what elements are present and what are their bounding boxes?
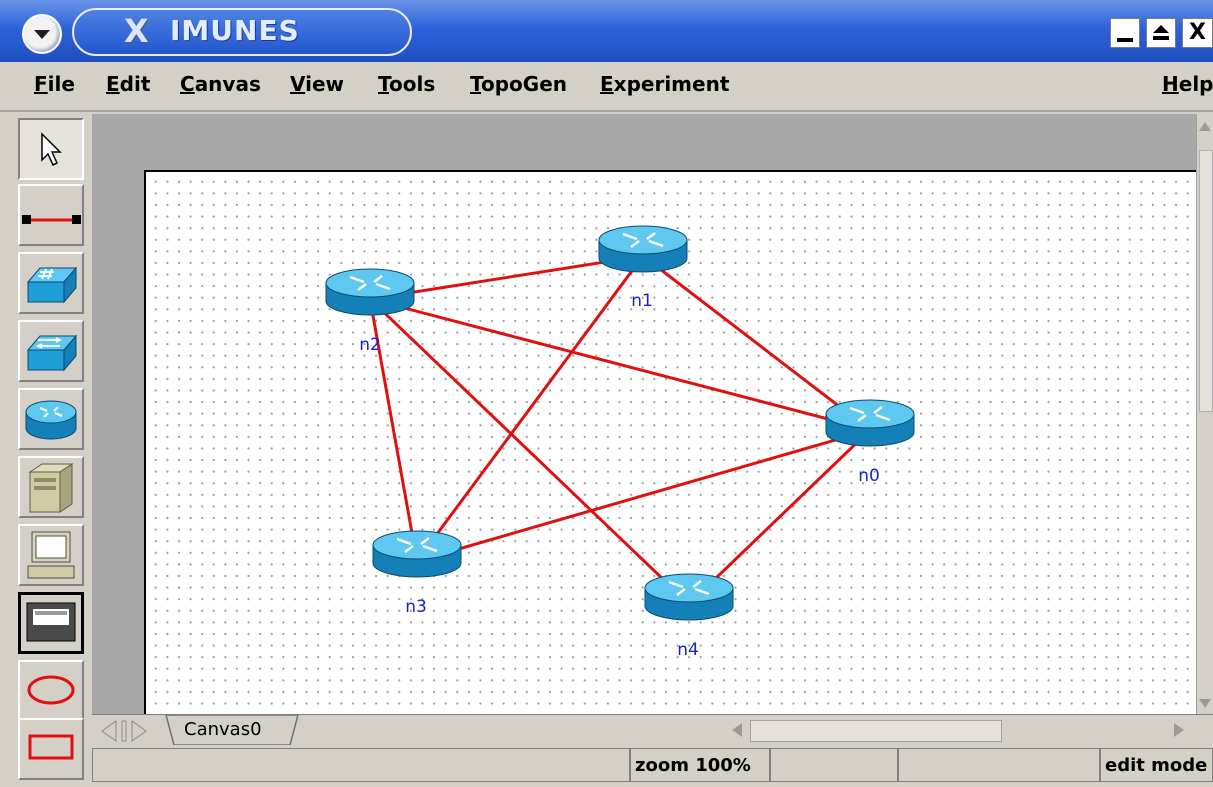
router-node-n1[interactable]: [598, 225, 688, 273]
hub-icon: [26, 266, 78, 304]
scroll-down-icon[interactable]: [1199, 699, 1211, 708]
minimize-icon: [1117, 38, 1133, 42]
node-label-n2: n2: [359, 335, 381, 355]
router-node-n0[interactable]: [825, 399, 915, 447]
tab-label: Canvas0: [184, 719, 262, 740]
tab-nav-arrows[interactable]: [96, 719, 156, 743]
router-tool-button[interactable]: [18, 388, 84, 450]
mode-status: edit mode: [1100, 748, 1213, 782]
scroll-up-icon[interactable]: [1199, 122, 1211, 131]
vertical-scroll-thumb[interactable]: [1199, 150, 1213, 412]
router-top: [598, 225, 688, 255]
link-tool-button[interactable]: [18, 184, 84, 246]
title-pill: X IMUNES: [72, 8, 412, 56]
vertical-scrollbar[interactable]: [1196, 114, 1213, 714]
router-top: [372, 530, 462, 560]
status-cell-empty-1: [770, 748, 898, 782]
status-cell-empty-2: [898, 748, 1100, 782]
zoom-status: zoom 100%: [630, 748, 770, 782]
close-button[interactable]: X: [1182, 18, 1213, 48]
maximize-icon: [1153, 25, 1169, 33]
canvas-tab-bar: Canvas0: [92, 714, 1213, 747]
tab-divider: [121, 720, 127, 742]
menu-experiment[interactable]: Experiment: [600, 72, 729, 96]
tab-canvas0[interactable]: Canvas0: [160, 715, 304, 745]
tab-prev-icon[interactable]: [101, 720, 117, 742]
hub-tool-button[interactable]: [18, 252, 84, 314]
status-message: [92, 748, 630, 782]
router-top: [644, 573, 734, 603]
x-app-icon: X: [124, 12, 149, 50]
oval-tool-button[interactable]: [18, 660, 84, 722]
tool-palette: [0, 112, 92, 787]
oval-tool-icon: [27, 675, 75, 705]
title-bar[interactable]: X IMUNES X: [0, 0, 1213, 62]
pc-icon: [27, 531, 75, 579]
scroll-right-icon[interactable]: [1174, 723, 1184, 737]
scroll-left-icon[interactable]: [732, 723, 742, 737]
switch-tool-button[interactable]: [18, 320, 84, 382]
menu-bar: File Edit Canvas View Tools TopoGen Expe…: [0, 62, 1213, 112]
menu-file[interactable]: File: [34, 72, 75, 96]
router-node-n4[interactable]: [644, 573, 734, 621]
node-label-n1: n1: [631, 291, 653, 311]
maximize-button[interactable]: [1146, 18, 1176, 48]
minimize-button[interactable]: [1110, 18, 1140, 48]
host-tool-button[interactable]: [18, 456, 84, 518]
horizontal-scrollbar[interactable]: [728, 717, 1194, 745]
select-arrow-icon: [41, 132, 62, 167]
chevron-down-icon: [34, 30, 50, 39]
node-label-n0: n0: [858, 466, 880, 486]
rectangle-tool-icon: [28, 734, 74, 760]
host-icon: [28, 463, 74, 513]
router-top: [325, 268, 415, 298]
node-label-n3: n3: [405, 597, 427, 617]
physical-interface-icon: [26, 602, 76, 642]
canvas-viewport[interactable]: [92, 114, 1196, 714]
select-tool-button[interactable]: [18, 118, 84, 180]
status-bar: zoom 100% edit mode: [92, 746, 1213, 787]
menu-topogen[interactable]: TopoGen: [470, 72, 567, 96]
imunes-window: X IMUNES X File Edit Canvas View Tools T…: [0, 0, 1213, 787]
node-label-n4: n4: [677, 640, 699, 660]
lan-switch-icon: [26, 334, 78, 372]
router-icon: [25, 400, 77, 440]
maximize-icon-bar: [1153, 36, 1169, 40]
menu-canvas[interactable]: Canvas: [180, 72, 261, 96]
menu-help[interactable]: Help: [1162, 72, 1213, 96]
pc-tool-button[interactable]: [18, 524, 84, 586]
menu-view[interactable]: View: [290, 72, 344, 96]
router-top: [825, 399, 915, 429]
horizontal-scroll-thumb[interactable]: [750, 720, 1002, 742]
tab-next-icon[interactable]: [131, 720, 147, 742]
window-menu-button[interactable]: [22, 14, 62, 54]
router-node-n2[interactable]: [325, 268, 415, 316]
router-node-n3[interactable]: [372, 530, 462, 578]
menu-tools[interactable]: Tools: [378, 72, 435, 96]
link-tool-icon: [22, 215, 81, 224]
window-title: IMUNES: [170, 14, 300, 47]
rectangle-tool-button[interactable]: [18, 718, 84, 780]
menu-edit[interactable]: Edit: [106, 72, 150, 96]
physical-interface-tool-button[interactable]: [18, 592, 84, 654]
